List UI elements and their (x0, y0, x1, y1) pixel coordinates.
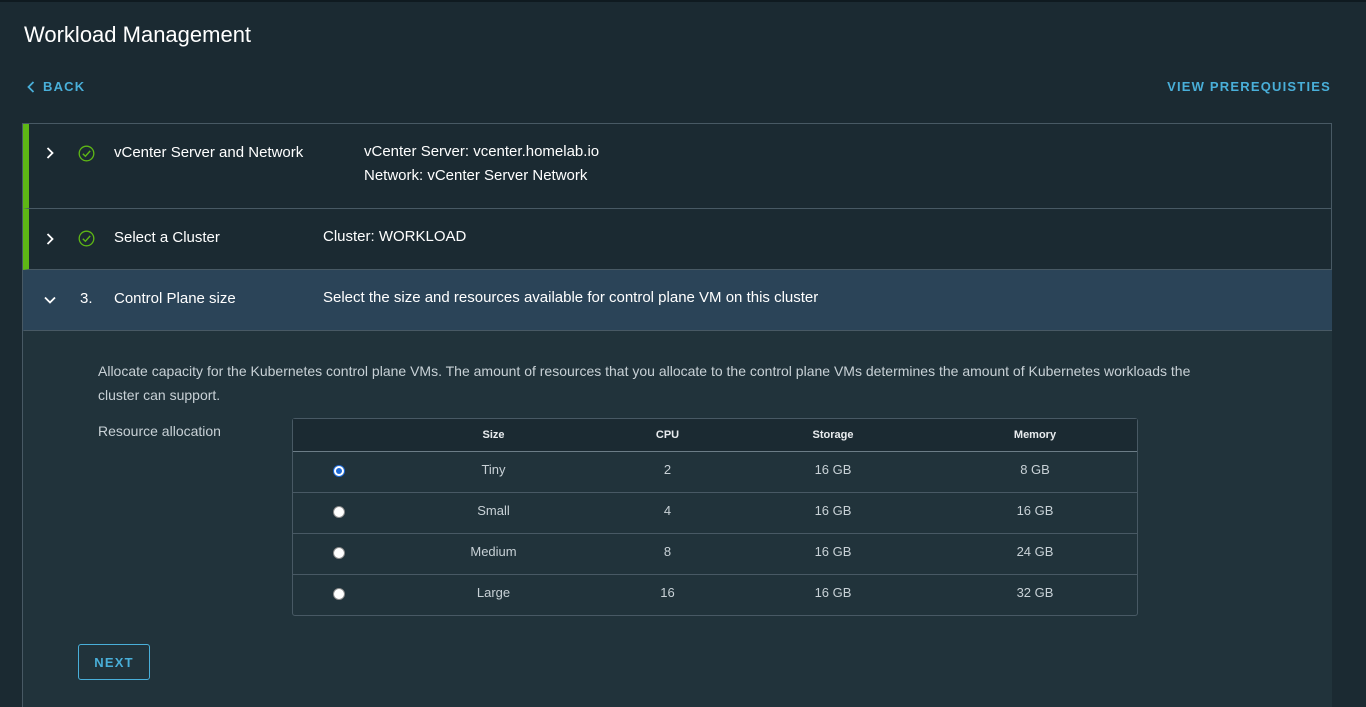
chevron-right-icon[interactable] (43, 146, 57, 160)
summary-cluster: Cluster: WORKLOAD (323, 228, 467, 245)
cell-cpu: 2 (663, 462, 672, 477)
step-summary: vCenter Server: vcenter.homelab.io Netwo… (364, 140, 599, 188)
chevron-left-icon (27, 80, 35, 93)
cell-size: Large (476, 585, 511, 600)
size-radio-medium[interactable] (333, 547, 345, 559)
workload-management-page: Workload Management BACK VIEW PREREQUIST… (0, 0, 1366, 707)
table-row[interactable]: Medium 8 16 GB 24 GB (293, 534, 1137, 575)
back-link-label: BACK (43, 79, 86, 94)
header-size: Size (482, 429, 505, 441)
control-plane-size-panel: Allocate capacity for the Kubernetes con… (23, 331, 1332, 707)
step-number: 3. (80, 290, 93, 307)
page-title: Workload Management (24, 22, 252, 47)
step-title: vCenter Server and Network (114, 144, 304, 161)
size-radio-large[interactable] (333, 588, 345, 600)
table-header: Size CPU Storage Memory (293, 419, 1137, 452)
chevron-down-icon[interactable] (43, 293, 57, 307)
summary-vcenter-server: vCenter Server: vcenter.homelab.io (364, 143, 600, 160)
step-title: Control Plane size (114, 290, 236, 307)
table-row[interactable]: Large 16 16 GB 32 GB (293, 575, 1137, 615)
control-plane-description: Allocate capacity for the Kubernetes con… (98, 363, 1191, 403)
cell-memory: 32 GB (1016, 585, 1054, 600)
cell-storage: 16 GB (814, 503, 852, 518)
header-memory: Memory (1013, 429, 1057, 441)
window-top-edge (0, 0, 1366, 2)
view-prerequisites-link[interactable]: VIEW PREREQUISTIES (1167, 79, 1331, 94)
cell-storage: 16 GB (814, 462, 852, 477)
cell-storage: 16 GB (814, 544, 852, 559)
table-row[interactable]: Tiny 2 16 GB 8 GB (293, 452, 1137, 493)
resource-allocation-label: Resource allocation (98, 423, 221, 439)
cell-memory: 16 GB (1016, 503, 1054, 518)
resource-allocation-table: Size CPU Storage Memory Tiny 2 16 GB 8 G… (292, 418, 1138, 616)
chevron-right-icon[interactable] (43, 232, 57, 246)
cell-storage: 16 GB (814, 585, 852, 600)
size-radio-small[interactable] (333, 506, 345, 518)
header-cpu: CPU (655, 429, 680, 441)
cell-memory: 24 GB (1016, 544, 1054, 559)
check-circle-icon (78, 145, 95, 167)
back-link[interactable]: BACK (27, 79, 85, 94)
cell-size: Small (477, 503, 510, 518)
step-select-cluster[interactable]: Select a Cluster Cluster: WORKLOAD (23, 209, 1332, 270)
step-vcenter-network[interactable]: vCenter Server and Network vCenter Serve… (23, 124, 1332, 209)
cell-cpu: 16 (660, 585, 675, 600)
size-radio-tiny[interactable] (333, 465, 345, 477)
step-summary: Select the size and resources available … (323, 289, 819, 306)
cell-size: Medium (470, 544, 517, 559)
cell-size: Tiny (481, 462, 506, 477)
cell-cpu: 4 (663, 503, 672, 518)
next-button[interactable]: NEXT (78, 644, 150, 680)
summary-network: Network: vCenter Server Network (364, 167, 588, 184)
check-circle-icon (78, 230, 95, 252)
table-row[interactable]: Small 4 16 GB 16 GB (293, 493, 1137, 534)
cell-cpu: 8 (663, 544, 672, 559)
cell-memory: 8 GB (1020, 462, 1050, 477)
step-control-plane-size[interactable]: 3. Control Plane size Select the size an… (23, 270, 1332, 331)
step-title: Select a Cluster (114, 229, 220, 246)
setup-stepper: vCenter Server and Network vCenter Serve… (22, 123, 1332, 707)
header-storage: Storage (812, 429, 854, 441)
